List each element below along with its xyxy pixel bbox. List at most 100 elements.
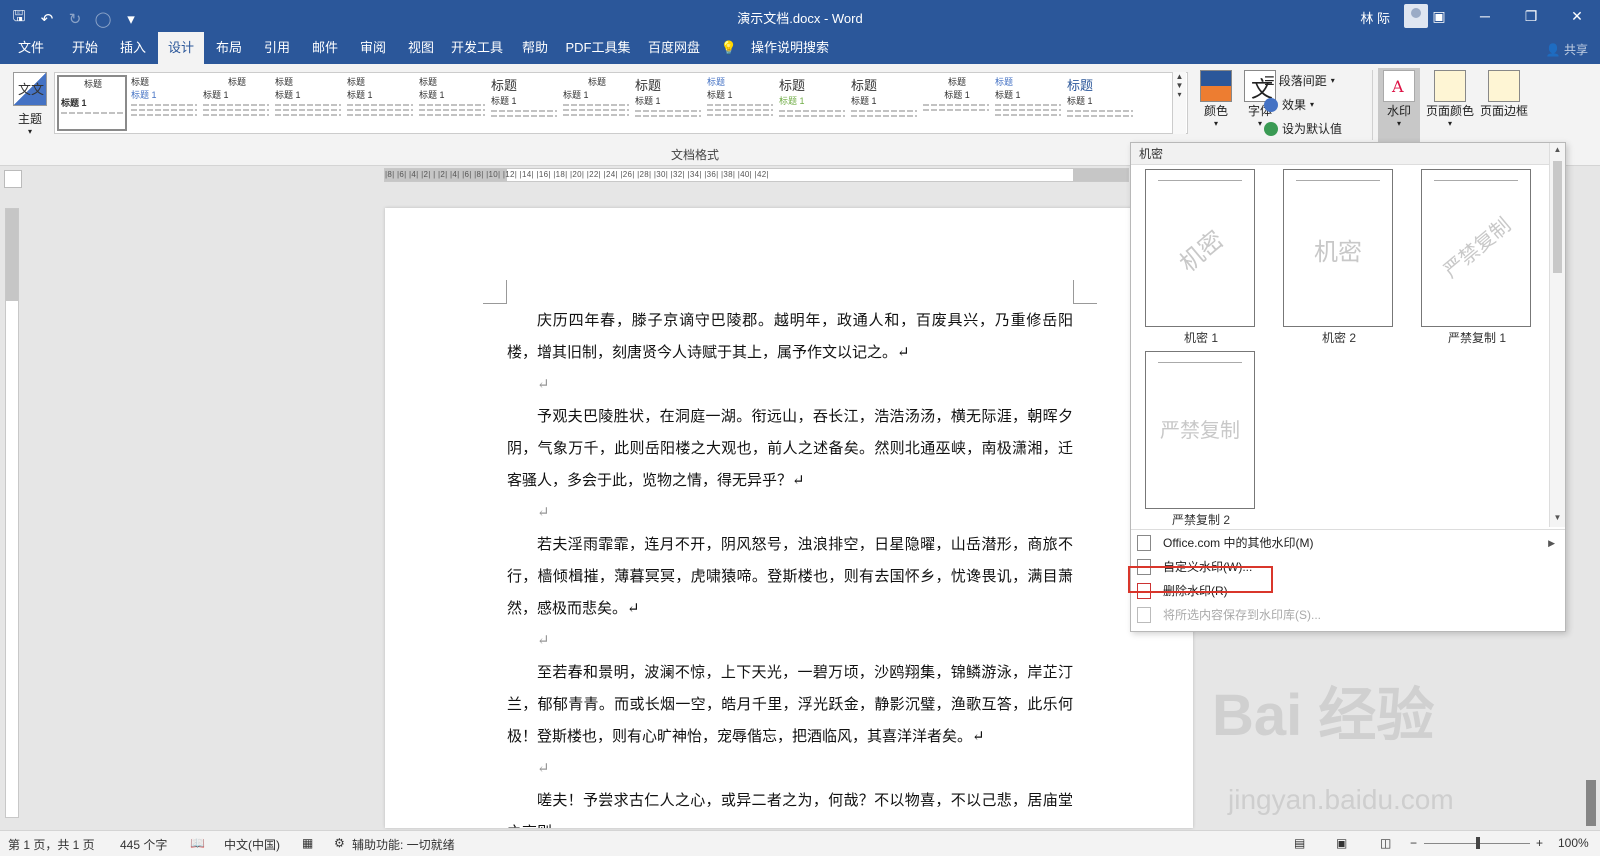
set-default-button[interactable]: 设为默认值 xyxy=(1264,120,1342,137)
style-thumb[interactable]: 标题 标题 1 xyxy=(201,75,271,131)
gallery-scroll[interactable]: ▲ ▼ ▾ xyxy=(1172,72,1186,134)
page-border-button[interactable]: 页面边框 xyxy=(1478,70,1530,119)
paragraph[interactable]: 至若春和景明，波澜不惊，上下天光，一碧万顷，沙鸥翔集，锦鳞游泳，岸芷汀兰，郁郁青… xyxy=(507,656,1073,752)
style-title: 标题 xyxy=(635,78,662,93)
tab-layout[interactable]: 布局 xyxy=(206,32,252,64)
style-thumb[interactable]: 标题 标题 1 xyxy=(417,75,487,131)
page-border-icon xyxy=(1488,70,1520,102)
tab-mailings[interactable]: 邮件 xyxy=(302,32,348,64)
empty-paragraph[interactable]: ↵ xyxy=(507,624,1073,656)
spacing-icon: ☰ xyxy=(1264,73,1275,88)
scrollbar[interactable] xyxy=(1586,780,1596,826)
watermark-option-confidential-2[interactable]: 机密 机密 2 xyxy=(1283,169,1395,346)
tab-review[interactable]: 审阅 xyxy=(350,32,396,64)
page-count[interactable]: 第 1 页，共 1 页 xyxy=(8,836,95,853)
save-to-gallery-menu-item[interactable]: 将所选内容保存到水印库(S)... xyxy=(1131,603,1565,627)
style-thumb[interactable]: 标题 标题 1 xyxy=(129,75,199,131)
zoom-slider-thumb[interactable] xyxy=(1476,837,1480,849)
style-thumb[interactable]: 标题 标题 1 xyxy=(57,75,127,131)
tab-file[interactable]: 文件 xyxy=(6,32,56,64)
menu-divider xyxy=(1131,529,1565,530)
empty-paragraph[interactable]: ↵ xyxy=(507,368,1073,400)
tab-pdf-tools[interactable]: PDF工具集 xyxy=(562,32,634,64)
paragraph[interactable]: 庆历四年春，滕子京谪守巴陵郡。越明年，政通人和，百废具兴，乃重修岳阳楼，增其旧制… xyxy=(507,304,1073,368)
document-body[interactable]: 庆历四年春，滕子京谪守巴陵郡。越明年，政通人和，百废具兴，乃重修岳阳楼，增其旧制… xyxy=(507,304,1073,828)
paragraph-spacing-button[interactable]: ☰ 段落间距 ▾ xyxy=(1264,72,1335,89)
style-thumb[interactable]: 标题 标题 1 xyxy=(705,75,775,131)
page-color-icon xyxy=(1434,70,1466,102)
style-line xyxy=(779,115,845,117)
scroll-up-icon[interactable]: ▲ xyxy=(1550,145,1565,154)
style-thumb[interactable]: 标题 标题 1 xyxy=(993,75,1063,131)
style-subtitle: 标题 1 xyxy=(944,90,970,100)
minimize-icon[interactable]: ─ xyxy=(1462,0,1508,32)
style-thumb[interactable]: 标题 标题 1 xyxy=(777,75,847,131)
zoom-level[interactable]: 100% xyxy=(1558,836,1589,850)
tab-help[interactable]: 帮助 xyxy=(512,32,558,64)
web-layout-icon[interactable]: ◫ xyxy=(1380,836,1391,850)
colors-button[interactable]: 颜色 ▾ xyxy=(1196,70,1236,128)
empty-paragraph[interactable]: ↵ xyxy=(507,496,1073,528)
style-line xyxy=(131,114,197,116)
close-icon[interactable]: ✕ xyxy=(1554,0,1600,32)
paragraph[interactable]: 嗟夫！予尝求古仁人之心，或异二者之为，何哉？不以物喜，不以己悲，居庙堂之高则 xyxy=(507,784,1073,828)
watermark-option-no-copy-2[interactable]: 严禁复制 严禁复制 2 xyxy=(1145,351,1257,528)
ribbon-display-icon[interactable]: ▣ xyxy=(1416,0,1462,32)
print-layout-icon[interactable]: ▣ xyxy=(1336,836,1347,850)
group-label-document-format: 文档格式 xyxy=(670,148,719,162)
style-title: 标题 xyxy=(995,77,1014,87)
page-color-button[interactable]: 页面颜色 ▾ xyxy=(1424,70,1476,128)
style-thumb[interactable]: 标题 标题 1 xyxy=(345,75,415,131)
ruler-toggle[interactable] xyxy=(4,170,22,188)
empty-paragraph[interactable]: ↵ xyxy=(507,752,1073,784)
style-subtitle: 标题 1 xyxy=(851,96,877,106)
language-status[interactable]: 中文(中国) xyxy=(224,836,280,853)
dropdown-scrollbar[interactable]: ▲ ▼ xyxy=(1549,143,1565,527)
style-thumb[interactable]: 标题 标题 1 xyxy=(1065,75,1135,131)
page-color-label: 页面颜色 xyxy=(1425,104,1474,118)
paragraph[interactable]: 予观夫巴陵胜状，在洞庭一湖。衔远山，吞长江，浩浩汤汤，横无际涯，朝晖夕阴，气象万… xyxy=(507,400,1073,496)
chevron-down-icon: ▾ xyxy=(27,127,32,136)
restore-icon[interactable]: ❐ xyxy=(1508,0,1554,32)
proofing-icon[interactable]: 📖 xyxy=(190,836,205,850)
zoom-out-icon[interactable]: − xyxy=(1410,836,1417,850)
tab-references[interactable]: 引用 xyxy=(254,32,300,64)
tab-insert[interactable]: 插入 xyxy=(110,32,156,64)
tab-baidu-pan[interactable]: 百度网盘 xyxy=(640,32,708,64)
document-page[interactable]: 庆历四年春，滕子京谪守巴陵郡。越明年，政通人和，百废具兴，乃重修岳阳楼，增其旧制… xyxy=(385,208,1193,828)
style-title: 标题 xyxy=(851,78,878,93)
paragraph[interactable]: 若夫淫雨霏霏，连月不开，阴风怒号，浊浪排空，日星隐曜，山岳潜形，商旅不行，樯倾楫… xyxy=(507,528,1073,624)
save-gallery-icon xyxy=(1137,607,1151,623)
style-line xyxy=(203,109,269,111)
style-thumb[interactable]: 标题 标题 1 xyxy=(489,75,559,131)
style-thumb[interactable]: 标题标题 1 xyxy=(849,75,919,131)
tell-me-search[interactable]: 操作说明搜索 xyxy=(742,32,838,64)
effects-label: 效果 xyxy=(1282,98,1307,112)
user-name[interactable]: 林 际 xyxy=(1360,8,1390,27)
share-button[interactable]: 👤 共享 xyxy=(1546,41,1588,58)
tab-home[interactable]: 开始 xyxy=(62,32,108,64)
effects-button[interactable]: 效果 ▾ xyxy=(1264,96,1314,113)
style-thumb[interactable]: 标题 标题 1 xyxy=(921,75,991,131)
scroll-thumb[interactable] xyxy=(1553,161,1562,273)
tab-developer[interactable]: 开发工具 xyxy=(446,32,508,64)
theme-button[interactable]: 文文 主题 ▾ xyxy=(8,72,52,136)
word-count[interactable]: 445 个字 xyxy=(120,836,167,853)
tab-design[interactable]: 设计 xyxy=(158,32,204,64)
zoom-in-icon[interactable]: + xyxy=(1536,836,1543,850)
watermark-option-confidential-1[interactable]: 机密 机密 1 xyxy=(1145,169,1257,346)
vertical-ruler[interactable] xyxy=(5,208,19,818)
scroll-down-icon[interactable]: ▼ xyxy=(1550,513,1565,522)
accessibility-icon[interactable]: ⚙ xyxy=(334,836,345,850)
style-thumb[interactable]: 标题 标题 1 xyxy=(561,75,631,131)
tab-view[interactable]: 视图 xyxy=(398,32,444,64)
horizontal-ruler[interactable]: |8| |6| |4| |2| | |2| |4| |6| |8| |10| |… xyxy=(384,168,1129,182)
watermark-option-no-copy-1[interactable]: 严禁复制 严禁复制 1 xyxy=(1421,169,1533,346)
read-mode-icon[interactable]: ▤ xyxy=(1294,836,1305,850)
more-watermarks-menu-item[interactable]: Office.com 中的其他水印(M) ▶ xyxy=(1131,531,1565,555)
watermark-button[interactable]: A 水印 ▾ xyxy=(1378,68,1420,142)
style-thumb[interactable]: 标题 标题 1 xyxy=(273,75,343,131)
macro-icon[interactable]: ▦ xyxy=(302,836,313,850)
style-thumb[interactable]: 标题 标题 1 xyxy=(633,75,703,131)
accessibility-status[interactable]: 辅助功能: 一切就绪 xyxy=(352,836,455,853)
